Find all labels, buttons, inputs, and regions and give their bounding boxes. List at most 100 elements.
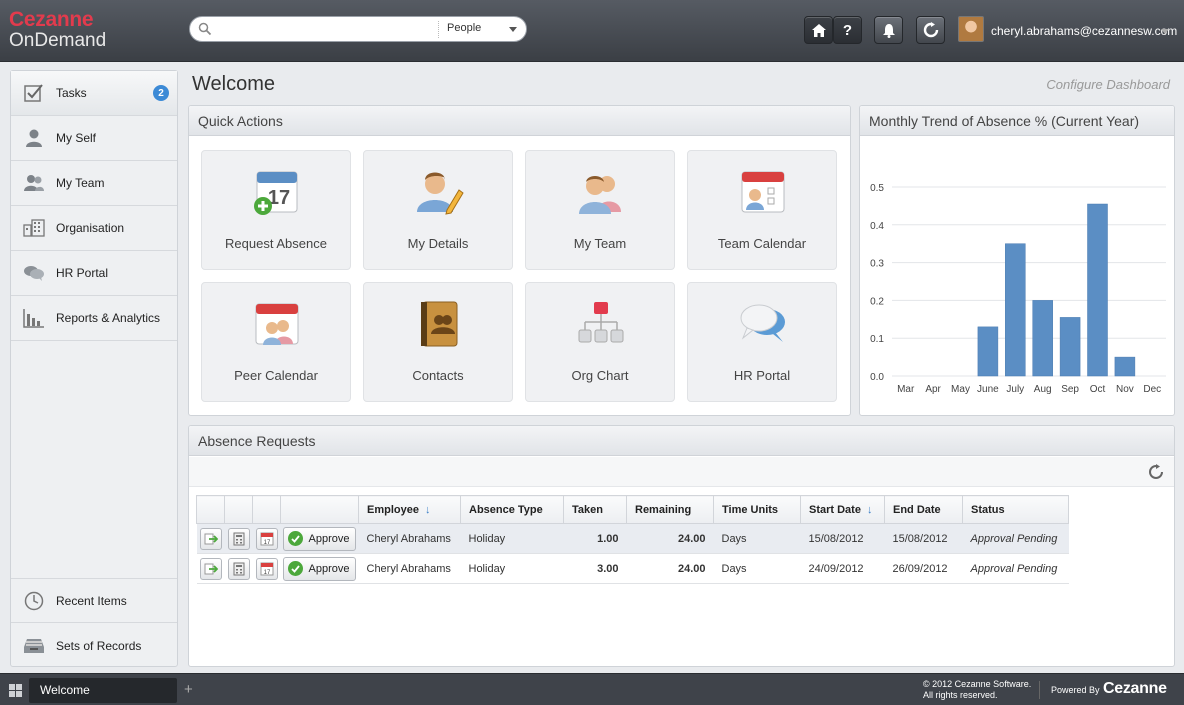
column-label: Employee: [367, 503, 419, 516]
sidebar-item-my-self[interactable]: My Self: [11, 116, 177, 161]
copyright-line2: All rights reserved.: [923, 690, 998, 700]
search-scope-select[interactable]: People: [447, 22, 481, 34]
table-row[interactable]: 17 Approve Cheryl Abrahams Holiday 3.00 …: [196, 553, 1069, 584]
column-header-time-units[interactable]: Time Units: [713, 495, 801, 524]
sidebar-item-label: Reports & Analytics: [56, 311, 161, 325]
calendar-button[interactable]: 17: [255, 527, 278, 550]
calculator-icon: [233, 562, 244, 575]
x-tick-label: Oct: [1090, 384, 1106, 395]
tab-welcome[interactable]: Welcome: [29, 678, 177, 703]
x-tick-label: Aug: [1034, 384, 1052, 395]
refresh-icon[interactable]: [1148, 464, 1164, 480]
sidebar-item-label: Tasks: [56, 86, 87, 100]
cell-status: Approval Pending: [962, 553, 1069, 584]
quick-action-my-team[interactable]: My Team: [525, 150, 675, 270]
y-tick-label: 0.3: [870, 259, 884, 270]
y-tick-label: 0.1: [870, 334, 884, 345]
team-icon: [23, 172, 45, 194]
bottom-bar: Welcome + © 2012 Cezanne Software. All r…: [0, 673, 1184, 705]
arrow-right-icon: [204, 533, 218, 544]
user-email[interactable]: cheryl.abrahams@cezannesw.com: [991, 24, 1177, 38]
help-button[interactable]: ?: [833, 16, 862, 44]
quick-action-org-chart[interactable]: Org Chart: [525, 282, 675, 402]
quick-action-peer-calendar[interactable]: Peer Calendar: [201, 282, 351, 402]
column-header-taken[interactable]: Taken: [563, 495, 627, 524]
approve-label: Approve: [308, 562, 350, 575]
add-tab-button[interactable]: +: [184, 681, 193, 698]
y-tick-label: 0.5: [870, 183, 884, 194]
sidebar-item-tasks[interactable]: Tasks 2: [11, 71, 177, 116]
sidebar-item-sets-of-records[interactable]: Sets of Records: [11, 623, 177, 668]
quick-action-team-calendar[interactable]: Team Calendar: [687, 150, 837, 270]
search-icon: [198, 22, 212, 36]
top-bar: Cezanne OnDemand People ? cheryl.abraham…: [0, 0, 1184, 62]
column-header-end-date[interactable]: End Date: [884, 495, 963, 524]
quick-action-contacts[interactable]: Contacts: [363, 282, 513, 402]
approve-label: Approve: [308, 532, 350, 545]
open-record-button[interactable]: [199, 527, 222, 550]
help-icon: ?: [842, 21, 853, 39]
quick-action-request-absence[interactable]: 17 Request Absence: [201, 150, 351, 270]
column-header-remaining[interactable]: Remaining: [626, 495, 714, 524]
sidebar-item-my-team[interactable]: My Team: [11, 161, 177, 206]
x-tick-label: Mar: [897, 384, 915, 395]
column-label: Taken: [572, 503, 603, 516]
cell-remaining: 24.00: [626, 523, 714, 554]
tile-label: HR Portal: [733, 368, 791, 383]
cell-status: Approval Pending: [962, 523, 1069, 554]
tile-label: Org Chart: [571, 368, 629, 383]
address-book-icon: [421, 301, 458, 347]
avatar[interactable]: [958, 16, 984, 42]
refresh-button[interactable]: [916, 16, 945, 44]
cell-start-date: 15/08/2012: [800, 523, 885, 554]
home-button[interactable]: [804, 16, 833, 44]
x-tick-label: Nov: [1116, 384, 1134, 395]
logo-line2: OnDemand: [9, 30, 107, 51]
cell-taken: 3.00: [563, 553, 627, 584]
calendar-button[interactable]: 17: [255, 557, 278, 580]
tasks-icon: [23, 82, 45, 104]
sidebar-item-label: Sets of Records: [56, 638, 142, 653]
y-tick-label: 0.0: [870, 372, 884, 383]
app-grid-icon[interactable]: [9, 684, 22, 697]
check-icon: [287, 531, 303, 546]
sidebar-item-hr-portal[interactable]: HR Portal: [11, 251, 177, 296]
sidebar-item-organisation[interactable]: Organisation: [11, 206, 177, 251]
svg-text:17: 17: [263, 570, 270, 576]
column-header-employee[interactable]: Employee ↓: [358, 495, 461, 524]
alerts-button[interactable]: [874, 16, 903, 44]
cell-end-date: 15/08/2012: [884, 523, 963, 554]
person-edit-icon: [417, 172, 464, 215]
x-tick-label: Apr: [925, 384, 941, 395]
column-header-start-date[interactable]: Start Date ↓: [800, 495, 885, 524]
tile-label: My Details: [407, 236, 469, 251]
sidebar-item-recent-items[interactable]: Recent Items: [11, 578, 177, 623]
quick-action-hr-portal[interactable]: HR Portal: [687, 282, 837, 402]
quick-action-my-details[interactable]: My Details: [363, 150, 513, 270]
configure-dashboard-link[interactable]: Configure Dashboard: [1046, 77, 1170, 92]
quick-actions-title: Quick Actions: [189, 106, 850, 136]
speech-bubbles-icon: [740, 304, 785, 342]
user-menu-chevron-icon[interactable]: [1161, 29, 1169, 34]
x-tick-label: Sep: [1061, 384, 1079, 395]
cell-start-date: 24/09/2012: [800, 553, 885, 584]
approve-button[interactable]: Approve: [282, 526, 357, 551]
table-row[interactable]: 17 Approve Cheryl Abrahams Holiday 1.00 …: [196, 523, 1069, 554]
open-record-button[interactable]: [199, 557, 222, 580]
cell-absence-type: Holiday: [460, 523, 564, 554]
calendar-icon: 17: [260, 532, 273, 546]
balance-button[interactable]: [227, 557, 250, 580]
app-logo[interactable]: Cezanne OnDemand: [9, 9, 106, 50]
search-input[interactable]: [218, 20, 433, 38]
chevron-down-icon[interactable]: [509, 27, 517, 32]
tasks-count-badge: 2: [153, 85, 169, 101]
column-header-absence-type[interactable]: Absence Type: [460, 495, 564, 524]
column-header-status[interactable]: Status: [962, 495, 1069, 524]
sidebar-item-reports-analytics[interactable]: Reports & Analytics: [11, 296, 177, 341]
tile-label: My Team: [573, 236, 627, 251]
x-tick-label: Dec: [1143, 384, 1161, 395]
search-box: People: [189, 16, 527, 42]
balance-button[interactable]: [227, 527, 250, 550]
approve-button[interactable]: Approve: [282, 556, 357, 581]
org-chart-icon: [578, 302, 624, 343]
